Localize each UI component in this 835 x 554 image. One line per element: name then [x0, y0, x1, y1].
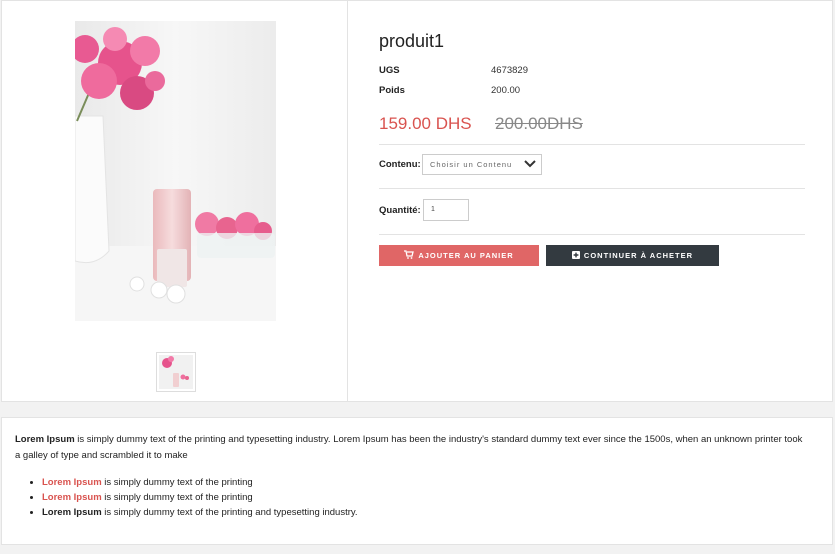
description-bullets: Lorem Ipsum is simply dummy text of the … — [42, 475, 358, 520]
spec-value: 4673829 — [491, 65, 528, 76]
description-panel: Lorem Ipsum is simply dummy text of the … — [1, 417, 833, 545]
spec-value: 200.00 — [491, 85, 521, 96]
cart-icon — [404, 250, 418, 261]
divider — [379, 188, 805, 189]
content-label: Contenu: — [379, 159, 421, 170]
add-to-cart-button[interactable]: Ajouter au panier — [379, 245, 539, 266]
spec-label: Poids — [379, 85, 405, 96]
bullet-text: is simply dummy text of the printing — [101, 492, 253, 503]
continue-label: Continuer à acheter — [583, 251, 694, 260]
bullet-bold: Lorem Ipsum — [42, 507, 102, 518]
description-lead-text: is simply dummy text of the printing and… — [15, 434, 803, 461]
description-lead-bold: Lorem Ipsum — [15, 434, 75, 445]
list-item: Lorem Ipsum is simply dummy text of the … — [42, 475, 358, 490]
product-old-price: 200.00DHS — [495, 114, 583, 133]
list-item: Lorem Ipsum is simply dummy text of the … — [42, 490, 358, 505]
continue-shopping-button[interactable]: Continuer à acheter — [546, 245, 719, 266]
description-text: Lorem Ipsum is simply dummy text of the … — [15, 432, 805, 464]
quantity-label: Quantité: — [379, 205, 421, 216]
content-select[interactable]: Choisir un Contenu — [422, 154, 542, 175]
bullet-text: is simply dummy text of the printing and… — [101, 507, 358, 518]
product-main-image[interactable] — [75, 21, 276, 321]
bullet-text: is simply dummy text of the printing — [101, 477, 253, 488]
product-gallery — [2, 1, 348, 401]
list-item: Lorem Ipsum is simply dummy text of the … — [42, 505, 358, 520]
quantity-input[interactable]: 1 — [423, 199, 469, 221]
chevron-down-icon — [523, 157, 537, 171]
product-panel: produit1 UGS 4673829 Poids 200.00 159.00… — [1, 0, 833, 402]
content-select-value: Choisir un Contenu — [430, 160, 513, 169]
bullet-bold: Lorem Ipsum — [42, 477, 102, 488]
product-thumbnail[interactable] — [156, 352, 196, 392]
plus-square-icon — [571, 250, 584, 261]
divider — [379, 144, 805, 145]
spec-label: UGS — [379, 65, 400, 76]
divider — [379, 234, 805, 235]
bullet-bold: Lorem Ipsum — [42, 492, 102, 503]
add-to-cart-label: Ajouter au panier — [418, 251, 514, 260]
product-price: 159.00 DHS — [379, 114, 472, 133]
product-title: produit1 — [379, 31, 445, 51]
